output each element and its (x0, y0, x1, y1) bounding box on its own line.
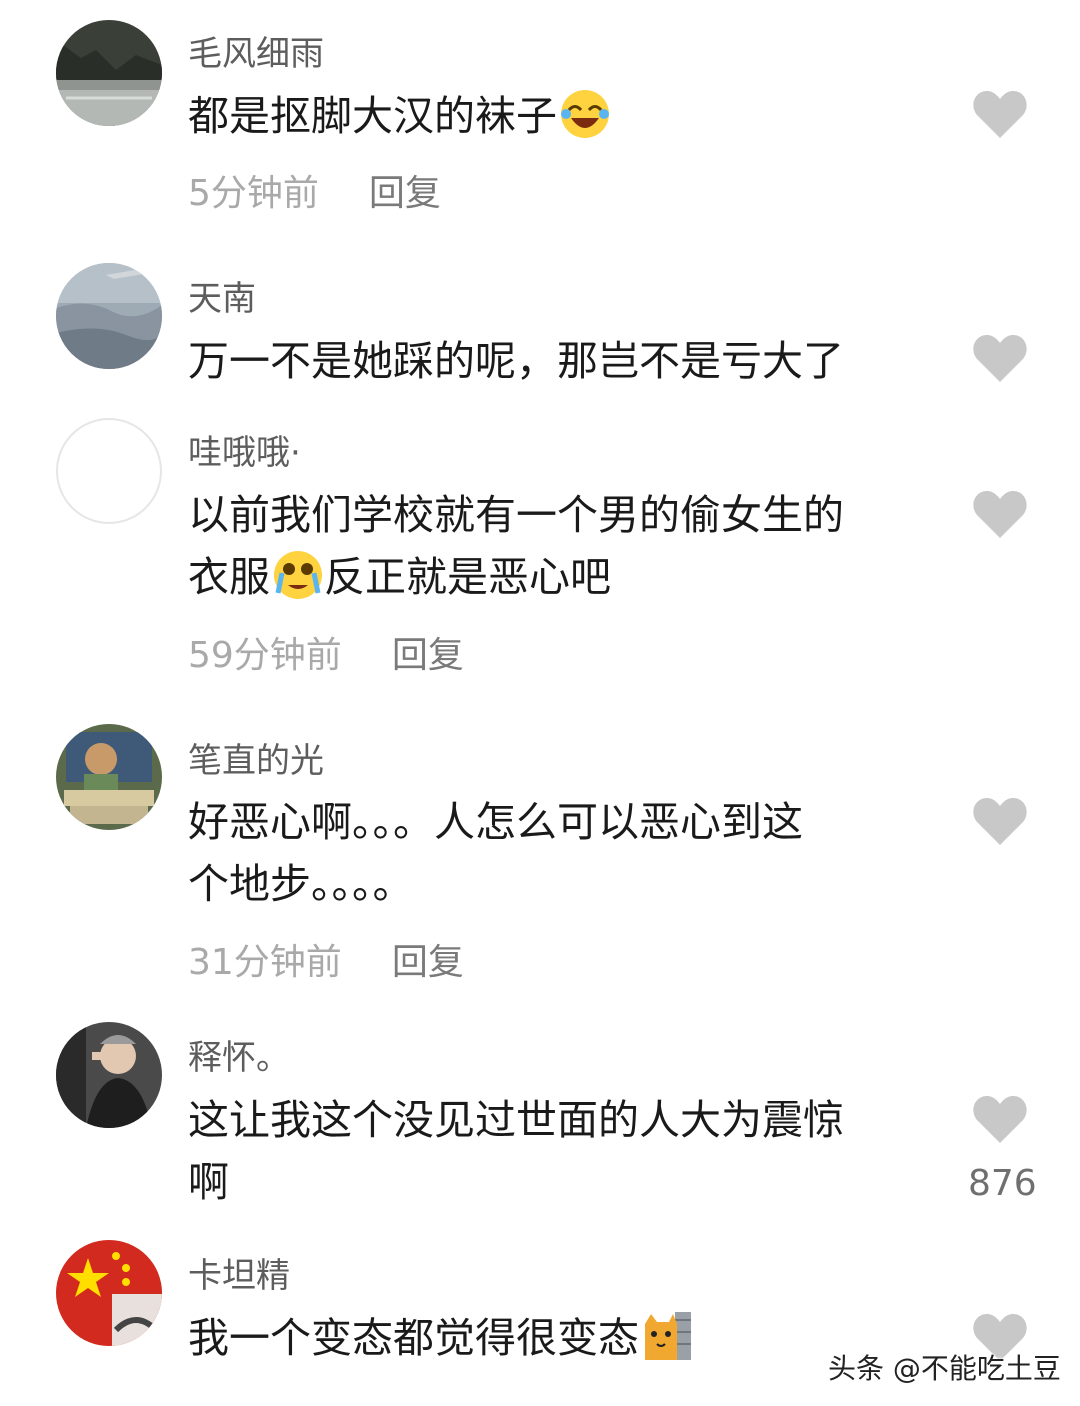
comment-text-line2: 衣服 反正就是恶心吧 (188, 546, 611, 608)
heart-icon[interactable] (972, 1095, 1028, 1145)
username[interactable]: 笔直的光 (188, 733, 324, 782)
comment-text-line2: 个地步。。。。 (188, 860, 414, 908)
watermark: 头条 @不能吃土豆 (828, 1352, 1061, 1385)
username[interactable]: 释怀。 (188, 1030, 290, 1079)
avatar[interactable] (56, 263, 162, 369)
comment-text: 好恶心啊。。。人怎么可以恶心到这 (188, 798, 803, 846)
reply-button[interactable]: 回复 (392, 635, 464, 676)
username[interactable]: 哇哦哦· (188, 425, 301, 474)
comment-text: 我一个变态都觉得很变态 (188, 1307, 693, 1369)
username[interactable]: 毛风细雨 (188, 26, 324, 75)
reply-button[interactable]: 回复 (392, 942, 464, 983)
comment-text-line2: 啊 (188, 1158, 229, 1206)
avatar[interactable] (56, 724, 162, 830)
avatar[interactable] (56, 1022, 162, 1128)
avatar[interactable] (56, 1240, 162, 1346)
timestamp: 31分钟前 (188, 942, 342, 983)
cat-peeking-emoji (641, 1310, 693, 1362)
bottom-cutoff (0, 1385, 1080, 1406)
comment-meta: 5分钟前 回复 (188, 164, 441, 216)
comment-meta: 59分钟前 回复 (188, 626, 464, 678)
comment-text: 万一不是她踩的呢，那岂不是亏大了 (188, 337, 844, 385)
comment-text: 都是抠脚大汉的袜子 (188, 85, 611, 147)
heart-icon[interactable] (972, 797, 1028, 847)
username[interactable]: 卡坦精 (188, 1248, 290, 1297)
avatar[interactable] (56, 20, 162, 126)
comment-text: 这让我这个没见过世面的人大为震惊 (188, 1096, 844, 1144)
heart-icon[interactable] (972, 490, 1028, 540)
avatar[interactable] (56, 418, 162, 524)
comment-text: 以前我们学校就有一个男的偷女生的 (188, 491, 844, 539)
username[interactable]: 天南 (188, 271, 256, 320)
reply-button[interactable]: 回复 (369, 173, 441, 214)
heart-icon[interactable] (972, 90, 1028, 140)
timestamp: 5分钟前 (188, 173, 319, 214)
laughing-crying-emoji (559, 88, 611, 140)
comment-meta: 31分钟前 回复 (188, 933, 464, 985)
heart-icon[interactable] (972, 334, 1028, 384)
timestamp: 59分钟前 (188, 635, 342, 676)
like-count: 876 (968, 1163, 1037, 1204)
crying-emoji (272, 549, 324, 601)
